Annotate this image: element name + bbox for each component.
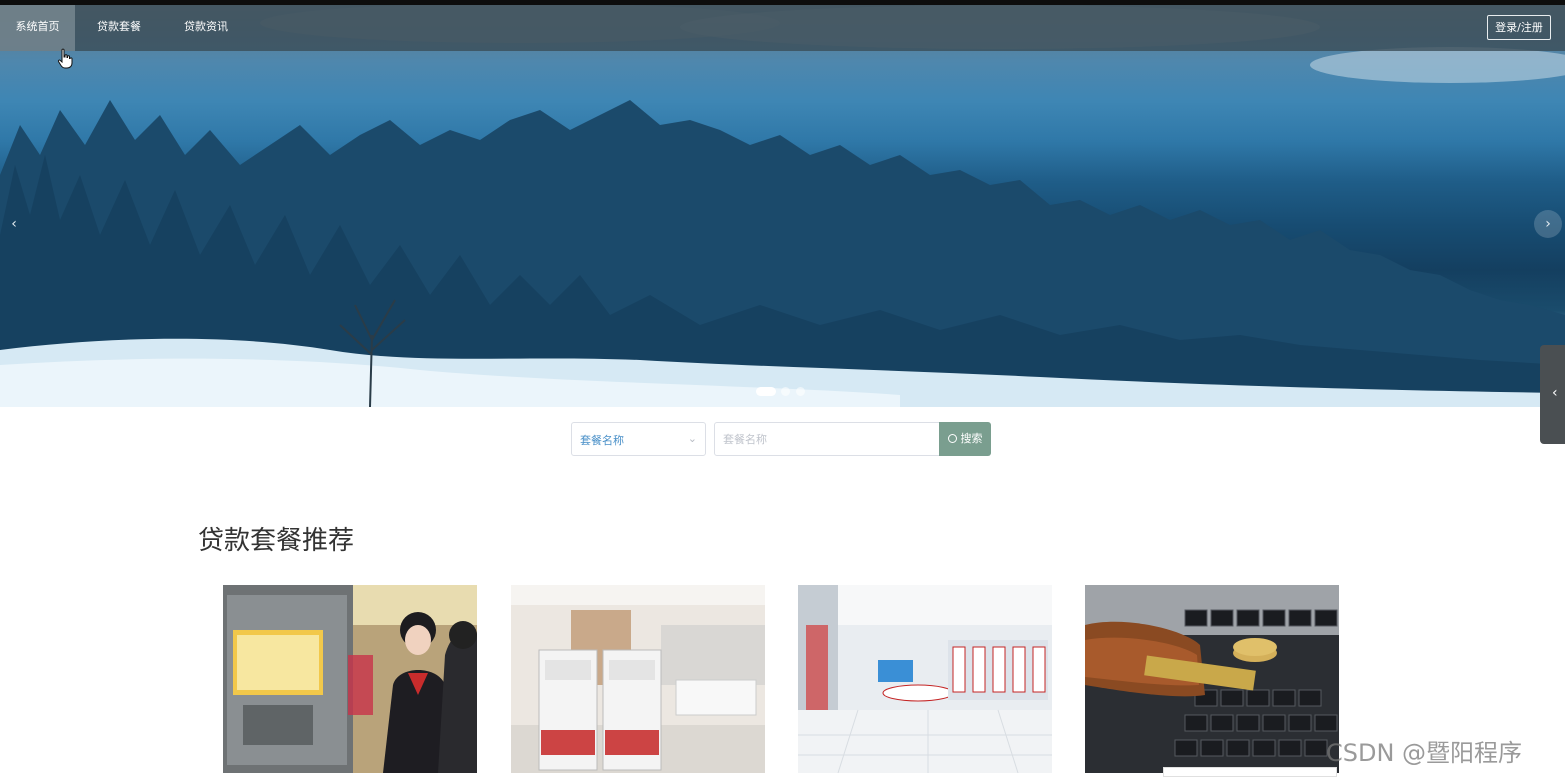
carousel-indicator-1[interactable] [756, 387, 776, 396]
nav-item-loan-news[interactable]: 贷款资讯 [171, 5, 241, 51]
side-drawer-tab[interactable]: ‹ [1540, 345, 1565, 444]
section-title: 贷款套餐推荐 [198, 526, 355, 556]
chevron-down-icon: ⌄ [687, 432, 697, 445]
search-input[interactable] [714, 422, 940, 456]
wallet-keyboard-photo [1085, 585, 1339, 773]
hero-forest-illustration [0, 5, 1565, 407]
bank-atm-lobby-photo [511, 585, 765, 773]
package-card-3[interactable] [798, 585, 1052, 773]
login-register-button[interactable]: 登录/注册 [1487, 15, 1551, 40]
carousel-indicator-3[interactable] [796, 387, 805, 396]
ime-toolbar [1163, 767, 1337, 777]
top-navbar: 系统首页 贷款套餐 贷款资讯 登录/注册 [0, 5, 1565, 51]
search-button-label: 搜索 [960, 432, 983, 445]
page: ‹ › 系统首页 贷款套餐 贷款资讯 登录/注册 ‹ 套餐名称 ⌄ 搜索 贷款套… [0, 0, 1565, 777]
hand-cursor-icon [57, 48, 73, 69]
hero-banner[interactable]: ‹ › [0, 5, 1565, 407]
chevron-left-icon: ‹ [1552, 385, 1558, 401]
search-field-select[interactable]: 套餐名称 ⌄ [571, 422, 706, 456]
nav-item-home[interactable]: 系统首页 [0, 5, 75, 51]
carousel-indicator-2[interactable] [781, 387, 790, 396]
chevron-right-icon: › [1545, 216, 1551, 232]
bank-staff-kiosk-photo [223, 585, 477, 773]
search-button[interactable]: 搜索 [939, 422, 991, 456]
package-card-4[interactable] [1085, 585, 1339, 773]
chevron-left-icon: ‹ [11, 216, 17, 232]
nav-item-loan-packages[interactable]: 贷款套餐 [84, 5, 154, 51]
carousel-prev-button[interactable]: ‹ [0, 210, 28, 238]
watermark: CSDN @暨阳程序 [1326, 739, 1523, 767]
carousel-next-button[interactable]: › [1534, 210, 1562, 238]
package-card-2[interactable] [511, 585, 765, 773]
bank-hall-photo [798, 585, 1052, 773]
search-field-select-value: 套餐名称 [580, 434, 624, 447]
package-card-1[interactable] [223, 585, 477, 773]
search-icon [947, 434, 957, 443]
